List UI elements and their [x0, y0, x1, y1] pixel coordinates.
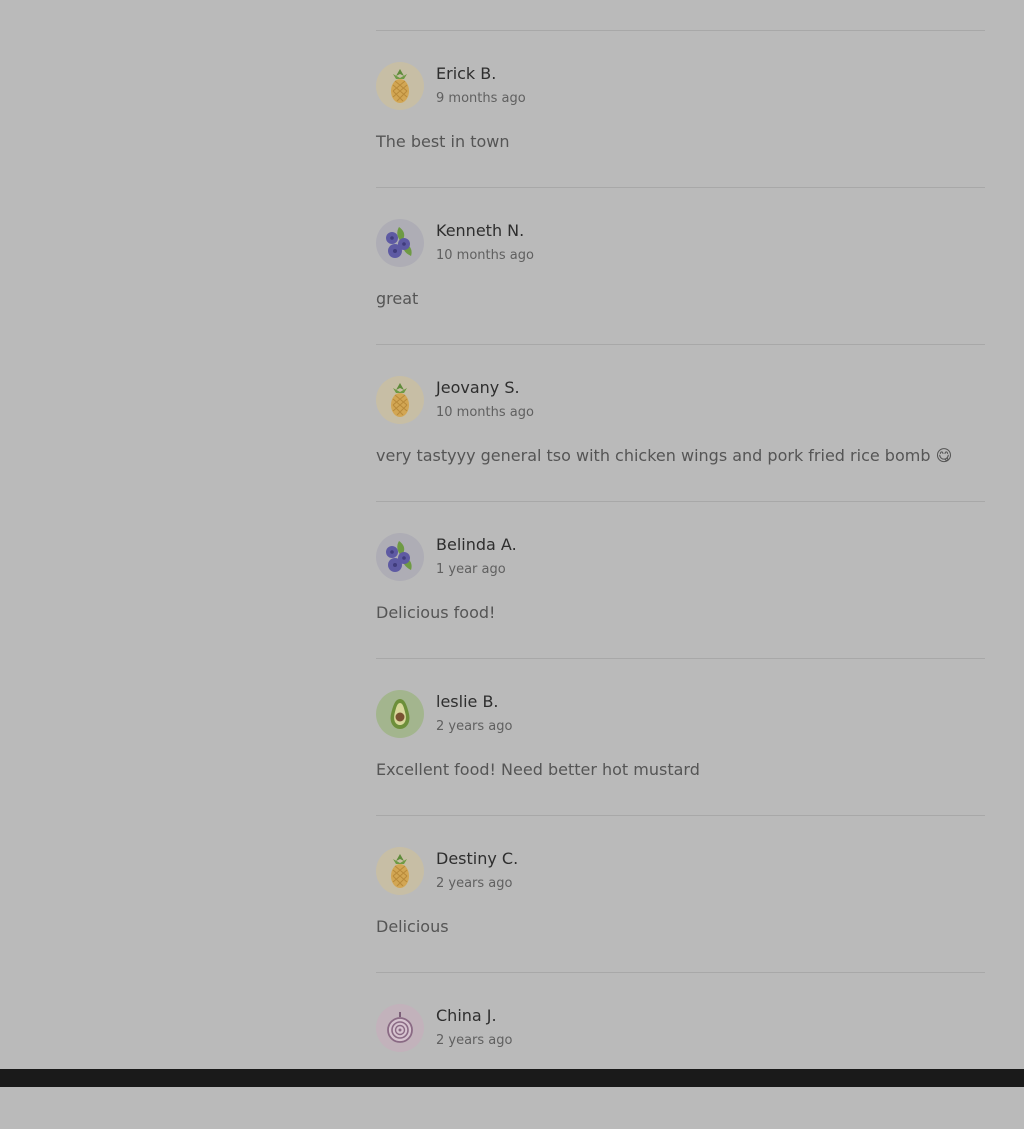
- review-date: 2 years ago: [436, 719, 513, 734]
- pineapple-icon: [391, 383, 409, 417]
- review-text: Delicious food!: [376, 603, 496, 622]
- avatar[interactable]: [376, 62, 424, 110]
- review-text: very tastyyy general tso with chicken wi…: [376, 446, 953, 465]
- review-date: 1 year ago: [436, 562, 506, 577]
- avatar[interactable]: [376, 690, 424, 738]
- avatar[interactable]: [376, 533, 424, 581]
- review-text: great: [376, 289, 419, 308]
- blueberries-icon: [386, 227, 412, 258]
- pineapple-icon: [391, 69, 409, 103]
- blueberries-icon: [386, 541, 412, 572]
- review-date: 10 months ago: [436, 248, 534, 263]
- avocado-icon: [390, 699, 410, 729]
- reviewer-name[interactable]: Belinda A.: [436, 535, 517, 554]
- reviewer-name[interactable]: Destiny C.: [436, 849, 518, 868]
- review-item: leslie B. 2 years ago Excellent food! Ne…: [376, 659, 985, 815]
- pineapple-icon: [391, 854, 409, 888]
- review-item: Belinda A. 1 year ago Delicious food!: [376, 502, 985, 658]
- avatar[interactable]: [376, 376, 424, 424]
- review-text: Delicious: [376, 917, 449, 936]
- reviewer-name[interactable]: Erick B.: [436, 64, 496, 83]
- review-text: The best in town: [376, 132, 510, 151]
- review-date: 9 months ago: [436, 91, 526, 106]
- avatar[interactable]: [376, 219, 424, 267]
- reviewer-name[interactable]: Jeovany S.: [436, 378, 520, 397]
- reviewer-name[interactable]: China J.: [436, 1006, 497, 1025]
- review-item: China J. 2 years ago: [376, 973, 985, 1129]
- reviewer-name[interactable]: leslie B.: [436, 692, 499, 711]
- review-item: Destiny C. 2 years ago Delicious: [376, 816, 985, 972]
- reviewer-name[interactable]: Kenneth N.: [436, 221, 524, 240]
- review-item: Erick B. 9 months ago The best in town: [376, 31, 985, 187]
- review-date: 10 months ago: [436, 405, 534, 420]
- avatar[interactable]: [376, 847, 424, 895]
- review-date: 2 years ago: [436, 876, 513, 891]
- avatar[interactable]: [376, 1004, 424, 1052]
- review-item: Jeovany S. 10 months ago very tastyyy ge…: [376, 345, 985, 501]
- review-item: Kenneth N. 10 months ago great: [376, 188, 985, 344]
- review-list: Erick B. 9 months ago The best in town K…: [376, 0, 985, 1129]
- review-text: Excellent food! Need better hot mustard: [376, 760, 700, 779]
- review-date: 2 years ago: [436, 1033, 513, 1048]
- bottom-bar: [0, 1069, 1024, 1087]
- onion-icon: [387, 1012, 413, 1043]
